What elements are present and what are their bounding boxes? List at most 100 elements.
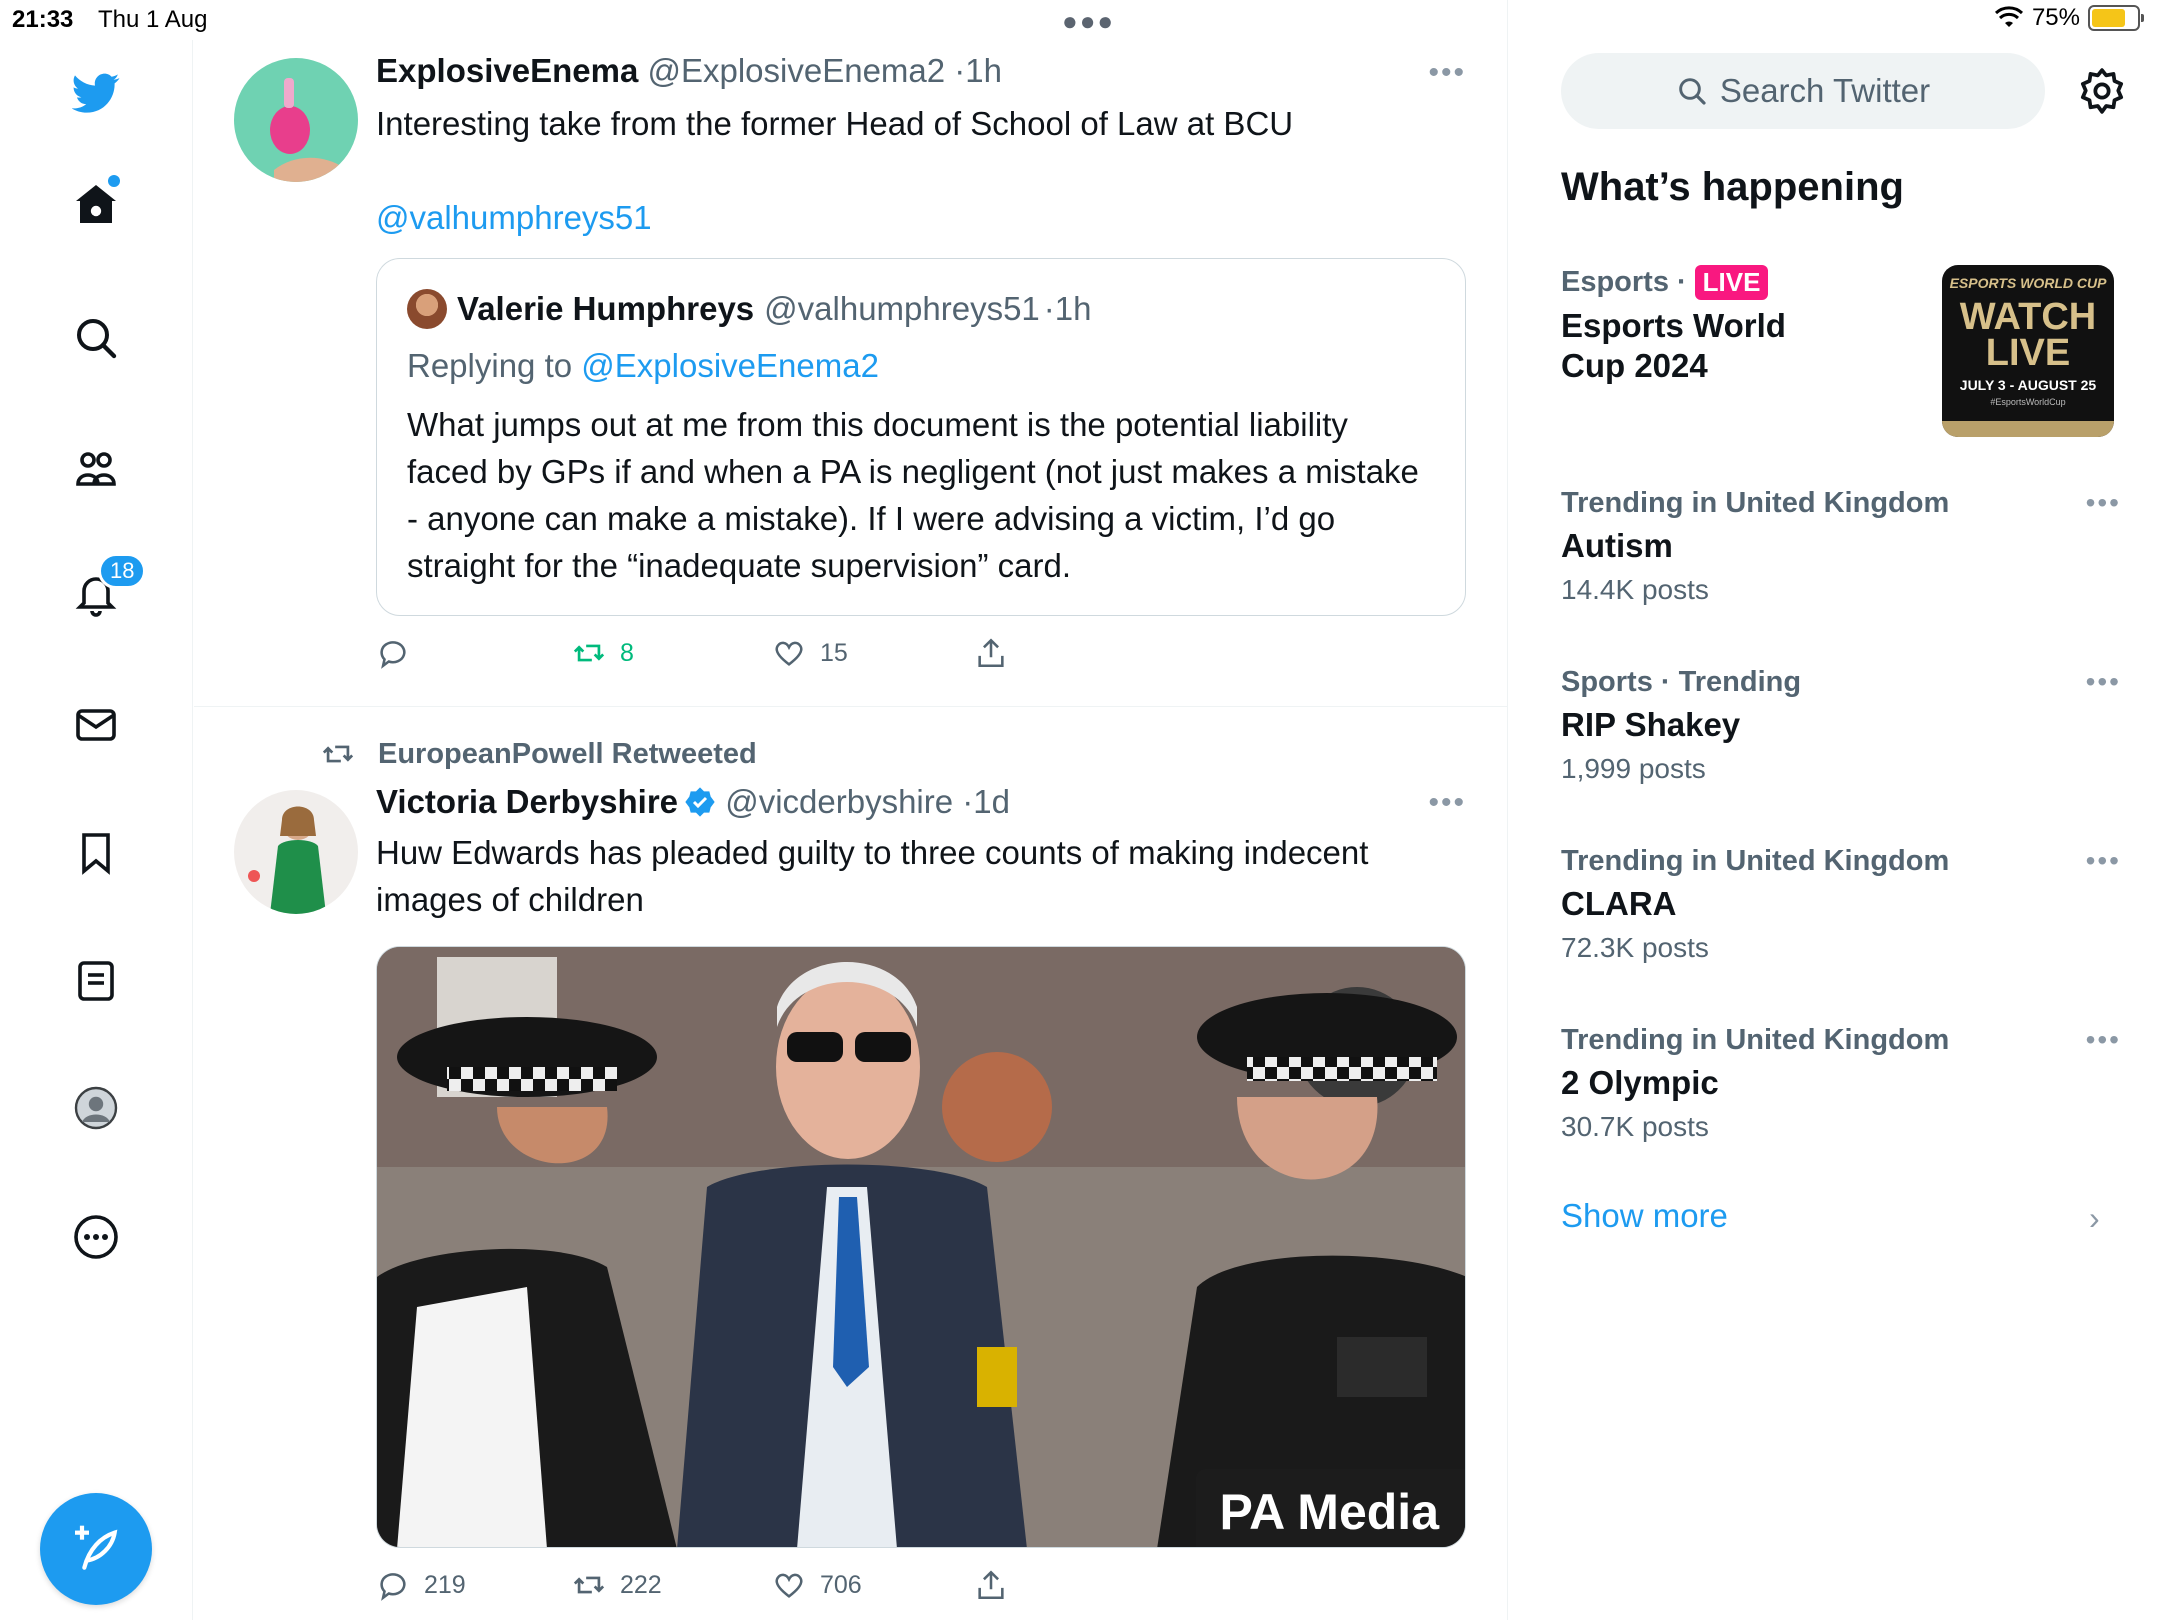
replying-prefix: Replying to — [407, 347, 573, 384]
retweeted-by-line: EuropeanPowell Retweeted — [318, 737, 757, 771]
right-sidebar: Search Twitter What’s happening Esports … — [1509, 0, 2160, 1620]
quote-author-avatar — [407, 289, 447, 329]
retweet-count: 8 — [620, 638, 634, 667]
quote-author-name: Valerie Humphreys — [457, 290, 755, 327]
retweeted-by-text[interactable]: EuropeanPowell Retweeted — [378, 738, 757, 771]
trend-count: 72.3K posts — [1561, 932, 1709, 963]
quote-time: 1h — [1054, 290, 1092, 327]
trend-more-icon[interactable]: ••• — [2086, 666, 2121, 698]
verified-badge-icon — [685, 787, 715, 817]
retweet-count: 222 — [620, 1570, 662, 1599]
tweet-time[interactable]: 1d — [973, 783, 1010, 820]
esports-thumbnail[interactable]: ESPORTS WORLD CUP WATCH LIVE JULY 3 - AU… — [1942, 265, 2114, 437]
trend-item[interactable]: Trending in United Kingdom Autism 14.4K … — [1561, 487, 2121, 606]
news-photo — [377, 947, 1465, 1547]
trend-more-icon[interactable]: ••• — [2086, 1024, 2121, 1056]
like-count: 15 — [820, 638, 848, 667]
trend-title: CLARA — [1561, 885, 1677, 922]
trend-context: Trending in United Kingdom — [1561, 845, 1950, 877]
esports-image-tag: #EsportsWorldCup — [1990, 397, 2066, 407]
tweet-dot: · — [954, 52, 966, 89]
profile-avatar-icon[interactable] — [68, 1080, 124, 1136]
reply-icon — [380, 641, 406, 669]
trend-context: Trending in United Kingdom — [1561, 1024, 1950, 1056]
tweet-media-image[interactable]: PA Media — [376, 946, 1466, 1548]
reply-count: 219 — [424, 1570, 466, 1599]
search-input[interactable]: Search Twitter — [1561, 53, 2045, 129]
trend-count: 14.4K posts — [1561, 574, 1709, 605]
trend-dot: · — [1676, 266, 1687, 298]
search-icon — [1679, 78, 1706, 105]
compose-feather-icon — [75, 1525, 118, 1570]
retweet-icon — [573, 644, 605, 662]
quote-dot: · — [1043, 290, 1055, 327]
retweet-button[interactable]: 8 — [572, 636, 634, 670]
tweet-author-name[interactable]: Victoria Derbyshire — [376, 783, 678, 820]
share-button[interactable] — [974, 636, 1008, 670]
settings-gear-icon[interactable] — [2077, 66, 2127, 116]
tweet-mention-link[interactable]: @valhumphreys51 — [376, 194, 1456, 241]
tweet-text: Huw Edwards has pleaded guilty to three … — [376, 834, 1369, 918]
notifications-badge: 18 — [98, 553, 147, 589]
trend-item[interactable]: Trending in United Kingdom CLARA 72.3K p… — [1561, 845, 2121, 964]
like-button[interactable]: 15 — [772, 636, 848, 670]
tweet-author-name[interactable]: ExplosiveEnema — [376, 52, 638, 89]
trend-more-icon[interactable]: ••• — [2086, 845, 2121, 877]
retweet-button[interactable]: 222 — [572, 1568, 662, 1602]
tweet-author-handle[interactable]: @ExplosiveEnema2 — [647, 52, 945, 89]
reply-button[interactable]: 219 — [376, 1568, 466, 1602]
search-icon[interactable] — [68, 310, 124, 366]
heart-icon — [775, 641, 803, 666]
quote-text: What jumps out at me from this document … — [407, 406, 1419, 584]
like-count: 706 — [820, 1570, 862, 1599]
messages-mail-icon[interactable] — [68, 697, 124, 753]
chevron-right-icon[interactable]: › — [2089, 1200, 2100, 1237]
avatar-explosiveenema[interactable] — [234, 58, 358, 182]
trend-title: Esports World Cup 2024 — [1561, 307, 1786, 384]
share-button[interactable] — [974, 1568, 1008, 1602]
search-placeholder: Search Twitter — [1719, 72, 1931, 109]
tweet-author-handle[interactable]: @vicderbyshire — [725, 783, 953, 820]
compose-tweet-button[interactable] — [40, 1493, 152, 1605]
show-more-link[interactable]: Show more — [1561, 1197, 1728, 1235]
status-time: 21:33 — [12, 6, 74, 33]
tweet-more-icon[interactable]: ••• — [1428, 56, 1466, 90]
trend-more-icon[interactable]: ••• — [2086, 487, 2121, 519]
retweet-icon — [573, 1576, 605, 1594]
twitter-logo-icon[interactable] — [68, 65, 124, 121]
share-icon — [978, 1570, 1004, 1600]
quote-author-handle: @valhumphreys51 — [764, 290, 1040, 327]
avatar-vicderbyshire[interactable] — [234, 790, 358, 914]
tweet-text: Interesting take from the former Head of… — [376, 105, 1294, 142]
bookmark-icon[interactable] — [68, 825, 124, 881]
communities-icon[interactable] — [68, 440, 124, 496]
replying-to-link[interactable]: @ExplosiveEnema2 — [581, 347, 879, 384]
trend-count: 30.7K posts — [1561, 1111, 1709, 1142]
trend-item[interactable]: Sports · Trending RIP Shakey 1,999 posts… — [1561, 666, 2121, 785]
tweet-time[interactable]: 1h — [965, 52, 1002, 89]
tweet-more-icon[interactable]: ••• — [1428, 786, 1466, 820]
quoted-tweet[interactable]: Valerie Humphreys @valhumphreys51 · 1h R… — [376, 258, 1466, 616]
tweet-divider — [194, 706, 1508, 707]
tweet-actions: 219 222 706 — [376, 1568, 1256, 1608]
lists-icon[interactable] — [68, 953, 124, 1009]
more-options-icon[interactable] — [68, 1209, 124, 1265]
esports-image-strip — [1942, 421, 2114, 437]
retweeted-icon — [322, 745, 354, 763]
esports-image-main: WATCH LIVE — [1959, 296, 2097, 374]
reply-icon — [380, 1573, 406, 1601]
trend-title: 2 Olympic — [1561, 1064, 1719, 1101]
esports-image-top: ESPORTS WORLD CUP — [1949, 275, 2107, 291]
trend-context: Trending in United Kingdom — [1561, 487, 1950, 519]
media-credit: PA Media — [1195, 1469, 1465, 1547]
like-button[interactable]: 706 — [772, 1568, 862, 1602]
live-badge: LIVE — [1694, 265, 1769, 300]
home-unread-dot — [108, 175, 120, 187]
esports-image-dates: JULY 3 - AUGUST 25 — [1959, 377, 2097, 393]
trend-context: Sports · Trending — [1561, 666, 1802, 698]
whats-happening-heading: What’s happening — [1561, 165, 1904, 209]
reply-button[interactable] — [376, 636, 410, 670]
trend-item[interactable]: Trending in United Kingdom 2 Olympic 30.… — [1561, 1024, 2121, 1143]
trend-title: Autism — [1561, 527, 1673, 564]
share-icon — [978, 638, 1004, 668]
